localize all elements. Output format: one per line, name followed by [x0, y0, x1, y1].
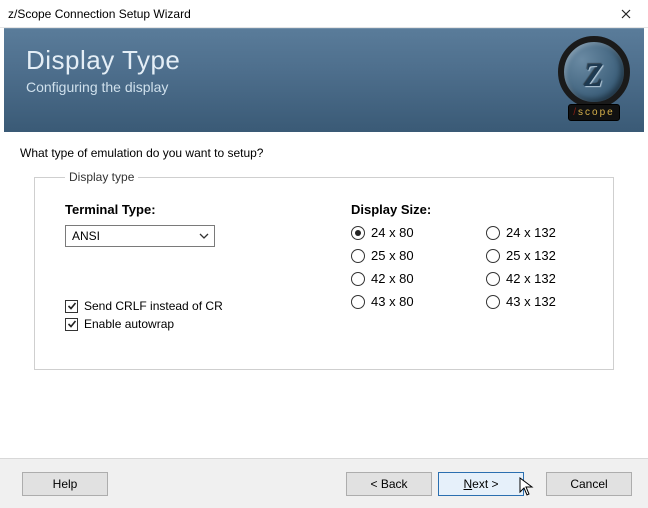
radio-24x80[interactable]: 24 x 80: [351, 225, 452, 240]
group-legend: Display type: [65, 170, 138, 184]
radio-icon: [486, 295, 500, 309]
terminal-type-label: Terminal Type:: [65, 202, 295, 217]
checkbox-group: Send CRLF instead of CR Enable autowrap: [65, 299, 295, 331]
wizard-footer: Help < Back Next > Cancel: [0, 458, 648, 508]
radio-icon: [351, 272, 365, 286]
titlebar: z/Scope Connection Setup Wizard: [0, 0, 648, 28]
radio-43x132[interactable]: 43 x 132: [486, 294, 587, 309]
crlf-label: Send CRLF instead of CR: [84, 299, 223, 313]
window-title: z/Scope Connection Setup Wizard: [8, 7, 191, 21]
radio-icon: [486, 249, 500, 263]
radio-icon: [351, 226, 365, 240]
wizard-banner: Display Type Configuring the display z /…: [4, 28, 644, 132]
logo-tag: /scope: [568, 104, 619, 121]
display-type-group: Display type Terminal Type: ANSI Se: [34, 170, 614, 370]
radio-42x132[interactable]: 42 x 132: [486, 271, 587, 286]
cancel-button[interactable]: Cancel: [546, 472, 632, 496]
radio-icon: [486, 272, 500, 286]
radio-25x80[interactable]: 25 x 80: [351, 248, 452, 263]
crlf-checkbox-row[interactable]: Send CRLF instead of CR: [65, 299, 295, 313]
logo-letter: z: [585, 43, 604, 98]
wizard-content: What type of emulation do you want to se…: [0, 132, 648, 370]
close-icon[interactable]: [603, 0, 648, 27]
zscope-logo: z /scope: [558, 36, 630, 121]
crlf-checkbox[interactable]: [65, 300, 78, 313]
banner-subtitle: Configuring the display: [26, 79, 180, 95]
chevron-down-icon: [196, 233, 212, 239]
display-size-options: 24 x 80 24 x 132 25 x 80 25 x 132: [351, 225, 587, 309]
autowrap-checkbox-row[interactable]: Enable autowrap: [65, 317, 295, 331]
window-controls: [603, 0, 648, 27]
display-size-column: Display Size: 24 x 80 24 x 132 25 x 80: [351, 202, 587, 335]
radio-icon: [351, 249, 365, 263]
radio-25x132[interactable]: 25 x 132: [486, 248, 587, 263]
terminal-type-value: ANSI: [72, 229, 100, 243]
radio-42x80[interactable]: 42 x 80: [351, 271, 452, 286]
logo-ring: z: [558, 36, 630, 108]
radio-icon: [351, 295, 365, 309]
autowrap-checkbox[interactable]: [65, 318, 78, 331]
radio-24x132[interactable]: 24 x 132: [486, 225, 587, 240]
autowrap-label: Enable autowrap: [84, 317, 174, 331]
radio-icon: [486, 226, 500, 240]
radio-43x80[interactable]: 43 x 80: [351, 294, 452, 309]
help-button[interactable]: Help: [22, 472, 108, 496]
prompt-text: What type of emulation do you want to se…: [20, 146, 628, 160]
next-button[interactable]: Next >: [438, 472, 524, 496]
banner-title: Display Type: [26, 46, 180, 75]
terminal-column: Terminal Type: ANSI Send CRLF instead of…: [65, 202, 295, 335]
back-button[interactable]: < Back: [346, 472, 432, 496]
terminal-type-select[interactable]: ANSI: [65, 225, 215, 247]
display-size-label: Display Size:: [351, 202, 587, 217]
banner-text: Display Type Configuring the display: [26, 46, 180, 95]
